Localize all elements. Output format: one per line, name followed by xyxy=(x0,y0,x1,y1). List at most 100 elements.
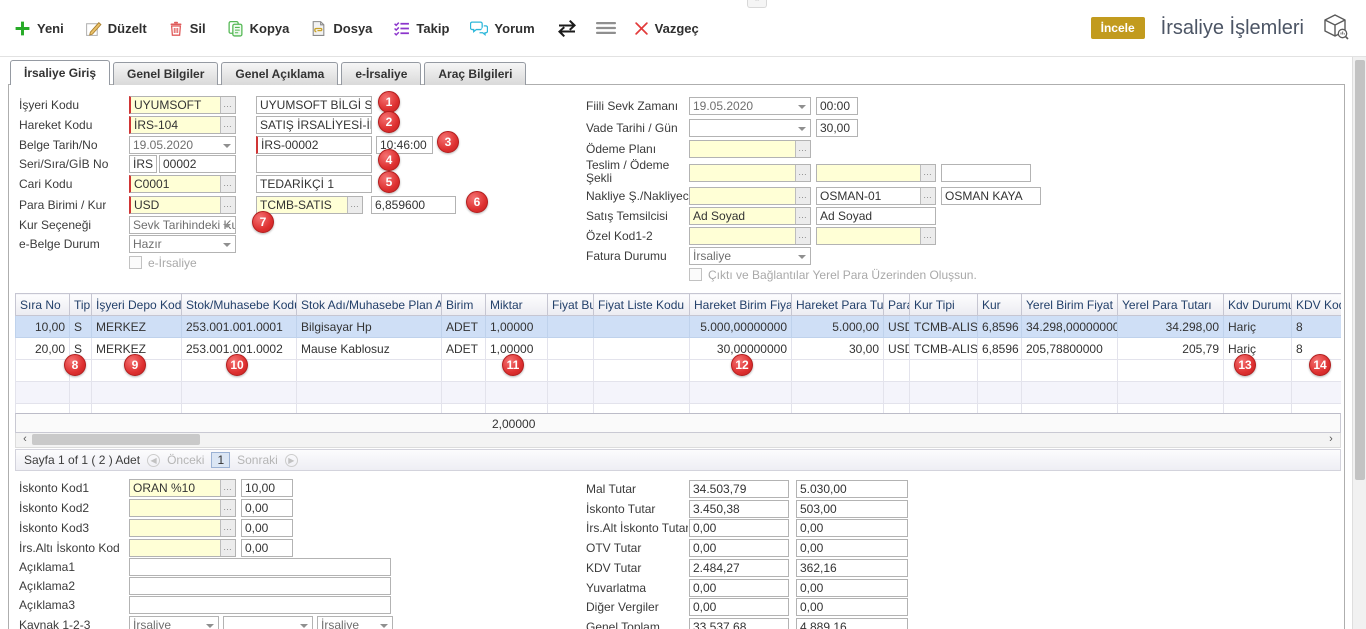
next-page-icon[interactable]: ▶ xyxy=(285,454,298,467)
totals-doc-amount-field[interactable]: 362,16 xyxy=(796,559,908,577)
grid-column-header[interactable]: Kur xyxy=(978,294,1022,316)
kur-tipi-lookup-button[interactable]: … xyxy=(347,197,362,213)
grid-row[interactable]: 10,00SMERKEZ253.001.001.0001Bilgisayar H… xyxy=(16,316,1342,338)
grid-cell[interactable] xyxy=(486,382,548,404)
grid-cell[interactable] xyxy=(70,382,92,404)
ozel-kod2-lookup-button[interactable]: … xyxy=(920,228,935,244)
iskonto-kod2-field[interactable]: … xyxy=(129,499,236,517)
copy-button[interactable]: Kopya xyxy=(227,20,290,37)
grid-column-header[interactable]: Miktar xyxy=(486,294,548,316)
grid-cell[interactable]: 1,00000 xyxy=(486,316,548,338)
tab-genel-aciklama[interactable]: Genel Açıklama xyxy=(221,62,338,85)
iskonto-kod1-lookup-button[interactable]: … xyxy=(220,480,235,496)
grid-cell[interactable] xyxy=(1292,404,1342,414)
cube-search-icon[interactable] xyxy=(1320,12,1350,45)
grid-cell[interactable] xyxy=(182,382,297,404)
grid-cell[interactable] xyxy=(70,404,92,414)
seri-field[interactable]: İRS xyxy=(129,155,157,173)
odeme-sekli-field[interactable]: … xyxy=(816,164,936,182)
grid-column-header[interactable]: Fiyat Liste Kodu xyxy=(594,294,690,316)
teslim-sekli-field[interactable]: … xyxy=(689,164,811,182)
grid-cell[interactable] xyxy=(16,404,70,414)
grid-cell[interactable]: 30,00 xyxy=(792,338,884,360)
totals-doc-amount-field[interactable]: 0,00 xyxy=(796,519,908,537)
grid-cell[interactable] xyxy=(92,404,182,414)
grid-column-header[interactable]: Sıra No xyxy=(16,294,70,316)
isyeri-kodu-lookup-button[interactable]: … xyxy=(220,97,235,113)
grid-cell[interactable] xyxy=(16,382,70,404)
totals-local-amount-field[interactable]: 3.450,38 xyxy=(689,500,789,518)
nakliyeci-kodu-field[interactable]: OSMAN-01 … xyxy=(816,187,936,205)
fiili-sevk-saat-field[interactable]: 00:00 xyxy=(816,97,858,115)
cari-kodu-field[interactable]: C0001 … xyxy=(129,175,236,193)
nakliye-sirketi-field[interactable]: … xyxy=(689,187,811,205)
grid-cell[interactable] xyxy=(1118,382,1224,404)
kaynak3-select[interactable]: İrsaliye xyxy=(317,616,393,629)
grid-cell[interactable] xyxy=(442,360,486,382)
comment-button[interactable]: Yorum xyxy=(470,20,534,37)
grid-cell[interactable]: TCMB-ALIS xyxy=(910,338,978,360)
toolbar-collapse-handle[interactable]: ⌃ xyxy=(747,0,767,8)
grid-cell[interactable]: 20,00 xyxy=(16,338,70,360)
odeme-sekli-lookup-button[interactable]: … xyxy=(920,165,935,181)
teslim-aciklama-field[interactable] xyxy=(941,164,1031,182)
grid-cell[interactable] xyxy=(884,360,910,382)
totals-local-amount-field[interactable]: 34.503,79 xyxy=(689,480,789,498)
grid-column-header[interactable]: Fiyat Bul xyxy=(548,294,594,316)
grid-cell[interactable] xyxy=(297,382,442,404)
grid-cell[interactable]: Bilgisayar Hp xyxy=(297,316,442,338)
yerel-para-checkbox[interactable] xyxy=(689,268,702,281)
grid-cell[interactable] xyxy=(548,338,594,360)
para-birimi-lookup-button[interactable]: … xyxy=(220,197,235,213)
grid-row[interactable]: 20,00SMERKEZ253.001.001.0002Mause Kablos… xyxy=(16,338,1342,360)
hareket-adi-field[interactable]: SATIŞ İRSALİYESİ-İH xyxy=(256,116,372,134)
kur-tipi-field[interactable]: TCMB-SATIS … xyxy=(256,196,363,214)
grid-cell[interactable] xyxy=(182,404,297,414)
window-vertical-scrollbar[interactable] xyxy=(1352,57,1366,629)
totals-doc-amount-field[interactable]: 503,00 xyxy=(796,500,908,518)
totals-doc-amount-field[interactable]: 0,00 xyxy=(796,539,908,557)
aciklama1-field[interactable] xyxy=(129,558,391,576)
grid-horizontal-scrollbar[interactable]: ‹ › xyxy=(15,433,1341,448)
ozel-kod1-lookup-button[interactable]: … xyxy=(795,228,810,244)
scrollbar-thumb[interactable] xyxy=(32,434,200,445)
grid-column-header[interactable]: Yerel Birim Fiyat xyxy=(1022,294,1118,316)
odeme-plani-field[interactable]: … xyxy=(689,140,811,158)
grid-cell[interactable] xyxy=(910,382,978,404)
grid-cell[interactable] xyxy=(548,316,594,338)
grid-cell[interactable]: 8 xyxy=(1292,316,1342,338)
follow-button[interactable]: Takip xyxy=(393,20,449,37)
teslim-sekli-lookup-button[interactable]: … xyxy=(795,165,810,181)
delete-button[interactable]: Sil xyxy=(168,20,206,37)
grid-cell[interactable] xyxy=(910,360,978,382)
grid-cell[interactable]: 6,8596 xyxy=(978,316,1022,338)
grid-cell[interactable] xyxy=(978,382,1022,404)
grid-cell[interactable] xyxy=(884,382,910,404)
grid-cell[interactable]: Mause Kablosuz xyxy=(297,338,442,360)
grid-cell[interactable]: USD xyxy=(884,316,910,338)
file-button[interactable]: Dosya xyxy=(310,20,372,37)
grid-cell[interactable] xyxy=(442,382,486,404)
tab-arac-bilgileri[interactable]: Araç Bilgileri xyxy=(424,62,526,85)
grid-column-header[interactable]: Tip xyxy=(70,294,92,316)
grid-cell[interactable]: 205,78800000 xyxy=(1022,338,1118,360)
cancel-button[interactable]: Vazgeç xyxy=(634,21,699,36)
grid-cell[interactable] xyxy=(297,404,442,414)
grid-cell[interactable]: MERKEZ xyxy=(92,316,182,338)
grid-cell[interactable]: USD xyxy=(884,338,910,360)
grid-empty-row[interactable] xyxy=(16,360,1342,382)
tab-e-irsaliye[interactable]: e-İrsaliye xyxy=(341,62,421,85)
grid-cell[interactable] xyxy=(548,382,594,404)
grid-column-header[interactable]: Hareket Birim Fiyatı xyxy=(690,294,792,316)
grid-cell[interactable] xyxy=(594,360,690,382)
grid-cell[interactable] xyxy=(690,404,792,414)
vade-tarihi-datepicker[interactable] xyxy=(689,119,811,137)
iskonto-kod1-field[interactable]: ORAN %10 … xyxy=(129,479,236,497)
totals-doc-amount-field[interactable]: 0,00 xyxy=(796,579,908,597)
iskonto-kod3-field[interactable]: … xyxy=(129,519,236,537)
ozel-kod1-field[interactable]: … xyxy=(689,227,811,245)
grid-cell[interactable]: TCMB-ALIS xyxy=(910,316,978,338)
nakliyeci-adi-field[interactable]: OSMAN KAYA xyxy=(941,187,1041,205)
belge-no-field[interactable]: İRS-00002 xyxy=(256,136,372,154)
previous-page-label[interactable]: Önceki xyxy=(167,453,204,467)
